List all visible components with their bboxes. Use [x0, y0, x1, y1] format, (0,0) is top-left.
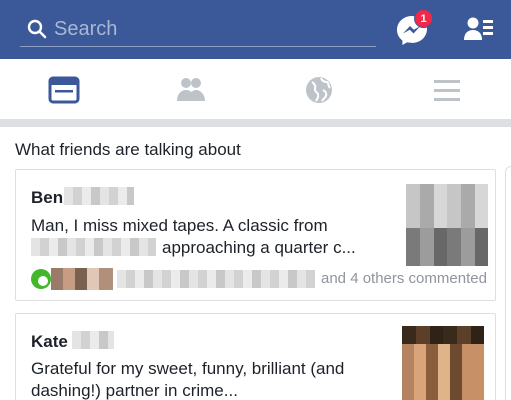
tab-bar: [0, 59, 511, 119]
top-bar: 1: [0, 0, 511, 59]
post-thumbnail[interactable]: [406, 184, 488, 266]
search-box[interactable]: [20, 11, 376, 47]
comment-icon: [31, 269, 51, 289]
post-text-line: dashing!) partner in crime...: [31, 381, 238, 400]
tab-menu[interactable]: [431, 74, 463, 106]
section-title: What friends are talking about: [15, 140, 241, 159]
search-input[interactable]: [54, 15, 354, 43]
blurred-surname: [72, 331, 114, 349]
tab-notifications[interactable]: [303, 74, 335, 106]
post-text-line: Man, I miss mixed tapes. A classic from: [31, 216, 328, 235]
avatar: [51, 268, 113, 290]
comment-count-text: and 4 others commented: [321, 270, 487, 287]
post-thumbnail[interactable]: [402, 326, 484, 400]
post-text-line: approaching a quarter c...: [162, 238, 356, 257]
blurred-text: [31, 238, 156, 256]
blurred-names: [117, 270, 315, 288]
tab-news-feed[interactable]: [48, 74, 80, 106]
author-name[interactable]: Kate: [31, 332, 68, 352]
divider: [0, 119, 511, 127]
comment-summary[interactable]: and 4 others commented: [31, 268, 487, 290]
author-name[interactable]: Ben: [31, 188, 63, 208]
post-card[interactable]: Kate Grateful for my sweet, funny, brill…: [15, 313, 496, 400]
post-card[interactable]: Ben Man, I miss mixed tapes. A classic f…: [15, 169, 496, 301]
messenger-badge: 1: [414, 9, 433, 28]
search-icon: [27, 19, 47, 39]
post-text-line: Grateful for my sweet, funny, brilliant …: [31, 359, 345, 378]
blurred-surname: [64, 187, 134, 205]
friend-requests-icon[interactable]: [464, 16, 494, 42]
tab-friends[interactable]: [175, 74, 207, 106]
next-card-edge: [505, 166, 511, 400]
